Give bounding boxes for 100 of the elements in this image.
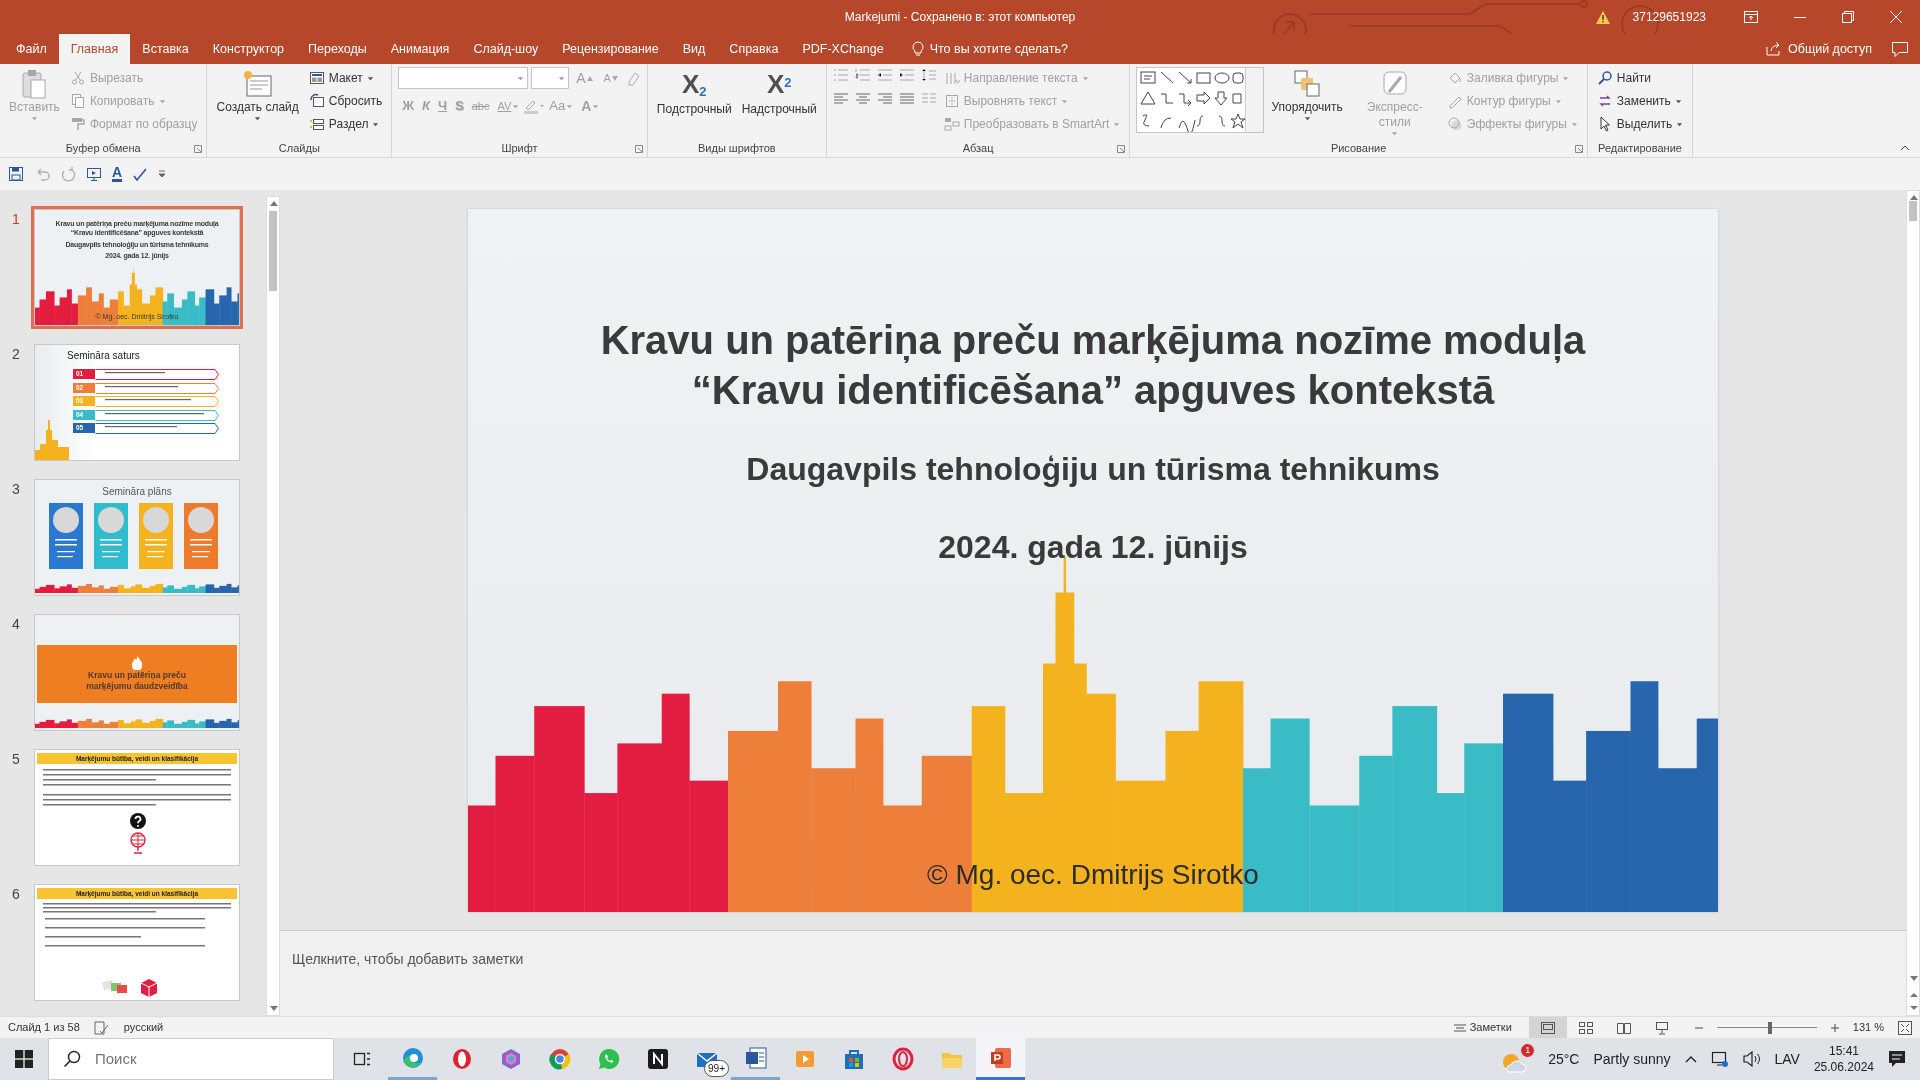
- weather-button[interactable]: 1: [1500, 1044, 1535, 1074]
- clock-time[interactable]: 15:41: [1828, 1043, 1859, 1059]
- ribbon-tab[interactable]: Слайд-шоу: [461, 34, 551, 64]
- collapse-ribbon-icon[interactable]: [1900, 145, 1910, 151]
- ribbon-tab[interactable]: Рецензирование: [550, 34, 671, 64]
- search-icon: [1596, 70, 1613, 86]
- slide-thumbnail[interactable]: Kravu un patēriņa preču marķējumu daudzveidība: [34, 614, 240, 731]
- ribbon-button[interactable]: Макет: [305, 67, 386, 89]
- tell-me-search[interactable]: Что вы хотите сделать?: [929, 39, 1068, 59]
- task-view-icon[interactable]: [352, 1050, 372, 1068]
- input-language[interactable]: LAV: [1774, 1048, 1800, 1070]
- temperature[interactable]: 25°C: [1548, 1048, 1580, 1070]
- network-icon[interactable]: [1710, 1050, 1729, 1068]
- language-indicator[interactable]: русский: [123, 1019, 164, 1036]
- dialog-launcher-icon[interactable]: [194, 145, 203, 153]
- save-icon[interactable]: [8, 166, 24, 182]
- up-caret-icon: [586, 75, 593, 81]
- account-name[interactable]: 37129651923: [1632, 8, 1706, 26]
- copy-icon: [69, 93, 86, 109]
- share-icon[interactable]: [1766, 42, 1782, 56]
- ribbon-button[interactable]: X$^{2}$ Надстрочный: [738, 67, 820, 118]
- ribbon-button[interactable]: Выделить: [1593, 113, 1687, 135]
- share-button[interactable]: Общий доступ: [1788, 39, 1872, 59]
- presentation-icon: [988, 1045, 1013, 1070]
- dialog-launcher-icon[interactable]: [634, 145, 643, 153]
- ribbon-tab[interactable]: Конструктор: [200, 34, 297, 64]
- ribbon-tab[interactable]: Вставка: [130, 34, 201, 64]
- numbered-list-icon[interactable]: [854, 67, 871, 83]
- caret-icon: [1570, 120, 1578, 128]
- fit-to-window-icon[interactable]: [1898, 1020, 1912, 1035]
- ribbon-button[interactable]: Создать слайд: [213, 67, 302, 123]
- chevron-up-icon[interactable]: [1684, 1055, 1697, 1063]
- increase-indent-icon[interactable]: [898, 67, 915, 83]
- notes-button[interactable]: Заметки: [1450, 1016, 1515, 1039]
- spelling-check-icon[interactable]: [132, 166, 149, 182]
- spelling-status-icon[interactable]: [93, 1020, 110, 1035]
- vertical-scrollbar[interactable]: [266, 196, 280, 1016]
- document-icon: [743, 1045, 768, 1070]
- from-beginning-icon[interactable]: [86, 166, 102, 182]
- ribbon-tab[interactable]: Главная: [58, 34, 131, 64]
- ribbon-button[interactable]: Упорядочить: [1268, 67, 1346, 123]
- caret-icon: [158, 97, 166, 105]
- caret-icon: [372, 120, 380, 128]
- caret-icon: [254, 115, 262, 122]
- ribbon-button[interactable]: X$_{2}$ Подстрочный: [653, 67, 735, 118]
- ribbon-button[interactable]: Найти: [1593, 67, 1687, 89]
- ribbon-button[interactable]: Заменить: [1593, 90, 1687, 112]
- dialog-launcher-icon[interactable]: [1117, 145, 1126, 153]
- search-icon: [63, 1050, 81, 1068]
- scissors-icon: [69, 70, 86, 86]
- notifications-icon[interactable]: [1888, 1050, 1906, 1068]
- line-spacing-icon[interactable]: [920, 67, 937, 83]
- speaker-card: [139, 503, 173, 569]
- shape-gallery[interactable]: [1136, 67, 1265, 133]
- highlighter-icon[interactable]: [523, 98, 546, 114]
- clock-date[interactable]: 25.06.2024: [1813, 1059, 1874, 1075]
- lightbulb-icon[interactable]: [911, 41, 924, 57]
- colored-circle-icon: [547, 1047, 572, 1071]
- group-label: Буфер обмена: [65, 141, 141, 157]
- slide-thumbnail[interactable]: Semināra plāns: [34, 479, 240, 596]
- ribbon-tab[interactable]: Переходы: [296, 34, 379, 64]
- box-icon: [140, 978, 158, 998]
- font-name-field[interactable]: [398, 67, 529, 89]
- slide-number: 1: [11, 210, 21, 229]
- ribbon-tab[interactable]: Файл: [4, 34, 59, 64]
- ribbon-tab[interactable]: PDF-XChange: [790, 34, 896, 64]
- warning-icon[interactable]: [1595, 10, 1610, 24]
- weather-condition[interactable]: Partly sunny: [1593, 1048, 1671, 1070]
- ribbon-tab[interactable]: Справка: [717, 34, 791, 64]
- speaker-icon[interactable]: [1742, 1051, 1761, 1067]
- taskbar-app-button[interactable]: 99+: [682, 1038, 731, 1080]
- ribbon-tab[interactable]: Анимация: [378, 34, 462, 64]
- search-box[interactable]: Поиск: [48, 1038, 334, 1080]
- customize-caret-icon[interactable]: [158, 170, 167, 178]
- caret-icon: [1676, 120, 1684, 128]
- font-size-field[interactable]: [531, 67, 570, 89]
- notes-field[interactable]: Щелкните, чтобы добавить заметки: [280, 930, 1906, 1016]
- vertical-scrollbar[interactable]: [1906, 190, 1920, 1016]
- flame-icon: [131, 656, 143, 670]
- zoom-slider-thumb[interactable]: [1767, 1021, 1772, 1034]
- slide-counter: Слайд 1 из 58: [8, 1020, 80, 1036]
- ribbon-button[interactable]: Раздел: [305, 113, 386, 135]
- ribbon-button[interactable]: Сбросить: [305, 90, 386, 112]
- caret-icon: [30, 115, 38, 122]
- start-icon[interactable]: [15, 1050, 33, 1068]
- view-button[interactable]: [1528, 1016, 1567, 1039]
- group-label: Виды шрифтов: [698, 141, 776, 157]
- restore-icon[interactable]: [1842, 11, 1854, 23]
- dialog-launcher-icon[interactable]: [1574, 145, 1583, 153]
- zoom-in-icon[interactable]: [1830, 1023, 1839, 1032]
- caret-icon: [1391, 130, 1399, 137]
- close-icon[interactable]: [1890, 11, 1902, 23]
- zoom-level[interactable]: 131 %: [1852, 1019, 1884, 1036]
- slide-title: “Kravu identificēšana” apguves kontekstā: [691, 366, 1495, 414]
- ribbon-tab[interactable]: Вид: [670, 34, 718, 64]
- font-color-button[interactable]: A: [112, 166, 123, 182]
- ribbon-display-options-icon[interactable]: [1744, 11, 1758, 23]
- slide-title: Semināra saturs: [67, 349, 140, 363]
- comments-icon[interactable]: [1892, 42, 1908, 57]
- decrease-indent-icon[interactable]: [876, 67, 893, 83]
